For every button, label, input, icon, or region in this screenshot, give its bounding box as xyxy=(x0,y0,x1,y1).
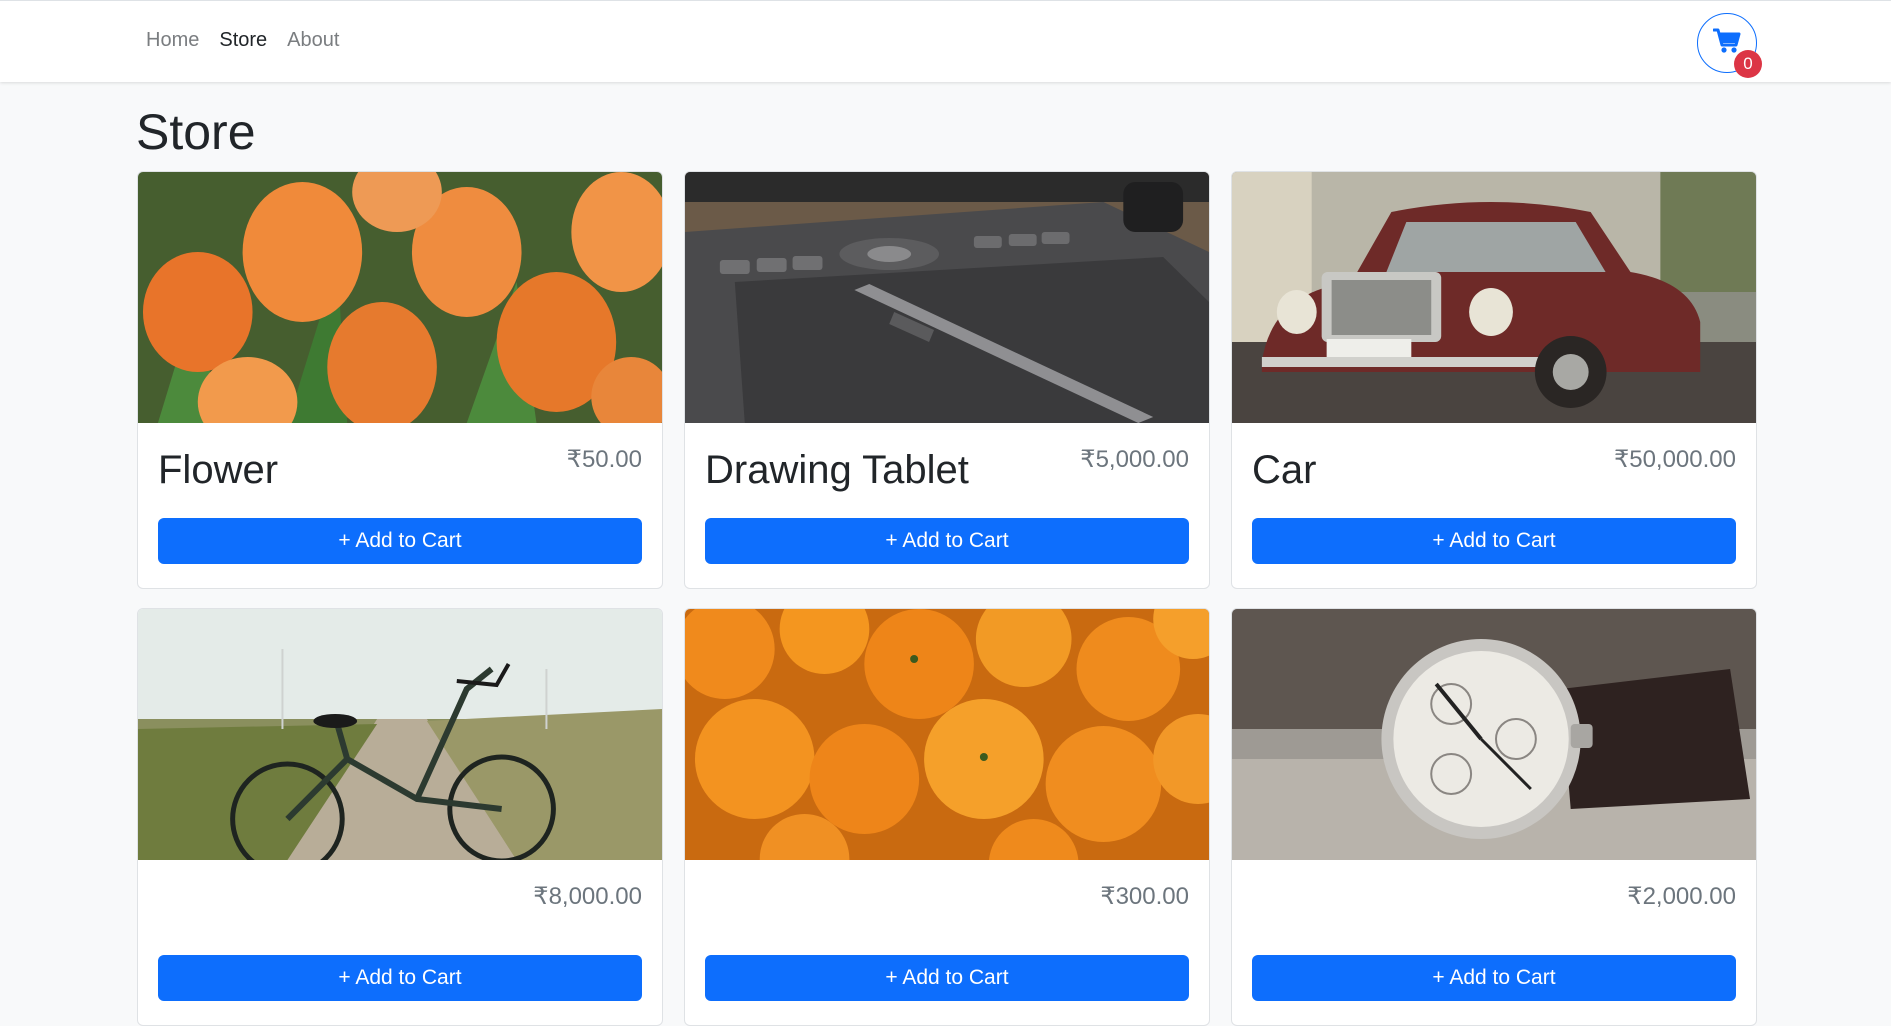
add-to-cart-button[interactable]: + Add to Cart xyxy=(158,955,642,1001)
top-navbar: Home Store About 0 xyxy=(0,0,1891,82)
nav-link-store[interactable]: Store xyxy=(219,29,267,52)
product-image xyxy=(138,172,662,423)
product-card: Flower ₹50.00 + Add to Cart xyxy=(137,171,663,589)
cart-button[interactable]: 0 xyxy=(1697,13,1762,78)
product-price: ₹50,000.00 xyxy=(1613,446,1736,473)
cart-count-badge: 0 xyxy=(1734,50,1762,78)
card-body: ₹8,000.00 + Add to Cart xyxy=(138,860,662,1021)
product-price: ₹2,000.00 xyxy=(1627,883,1736,910)
product-image xyxy=(685,609,1209,860)
page-title: Store xyxy=(136,104,256,160)
product-card: ₹8,000.00 + Add to Cart xyxy=(137,608,663,1026)
card-body: Car ₹50,000.00 + Add to Cart xyxy=(1232,423,1756,584)
add-to-cart-button[interactable]: + Add to Cart xyxy=(158,518,642,564)
product-image xyxy=(1232,609,1756,860)
product-card: ₹300.00 + Add to Cart xyxy=(684,608,1210,1026)
product-price: ₹5,000.00 xyxy=(1080,446,1189,473)
product-price: ₹50.00 xyxy=(566,446,642,473)
product-price: ₹8,000.00 xyxy=(533,883,642,910)
nav-links: Home Store About xyxy=(146,29,339,52)
product-name: Car xyxy=(1252,448,1317,492)
nav-link-home[interactable]: Home xyxy=(146,29,199,52)
product-grid: Flower ₹50.00 + Add to Cart Drawing Tabl… xyxy=(137,171,1757,1026)
card-body: Drawing Tablet ₹5,000.00 + Add to Cart xyxy=(685,423,1209,584)
product-image xyxy=(1232,172,1756,423)
product-card: Drawing Tablet ₹5,000.00 + Add to Cart xyxy=(684,171,1210,589)
product-card: Car ₹50,000.00 + Add to Cart xyxy=(1231,171,1757,589)
nav-link-about[interactable]: About xyxy=(287,29,339,52)
product-name: Flower xyxy=(158,448,279,492)
product-image xyxy=(685,172,1209,423)
product-card: ₹2,000.00 + Add to Cart xyxy=(1231,608,1757,1026)
card-body: Flower ₹50.00 + Add to Cart xyxy=(138,423,662,584)
product-price: ₹300.00 xyxy=(1100,883,1189,910)
product-name: Drawing Tablet xyxy=(705,448,969,492)
product-image xyxy=(138,609,662,860)
card-body: ₹2,000.00 + Add to Cart xyxy=(1232,860,1756,1021)
add-to-cart-button[interactable]: + Add to Cart xyxy=(1252,518,1736,564)
card-body: ₹300.00 + Add to Cart xyxy=(685,860,1209,1021)
add-to-cart-button[interactable]: + Add to Cart xyxy=(705,518,1189,564)
add-to-cart-button[interactable]: + Add to Cart xyxy=(705,955,1189,1001)
add-to-cart-button[interactable]: + Add to Cart xyxy=(1252,955,1736,1001)
